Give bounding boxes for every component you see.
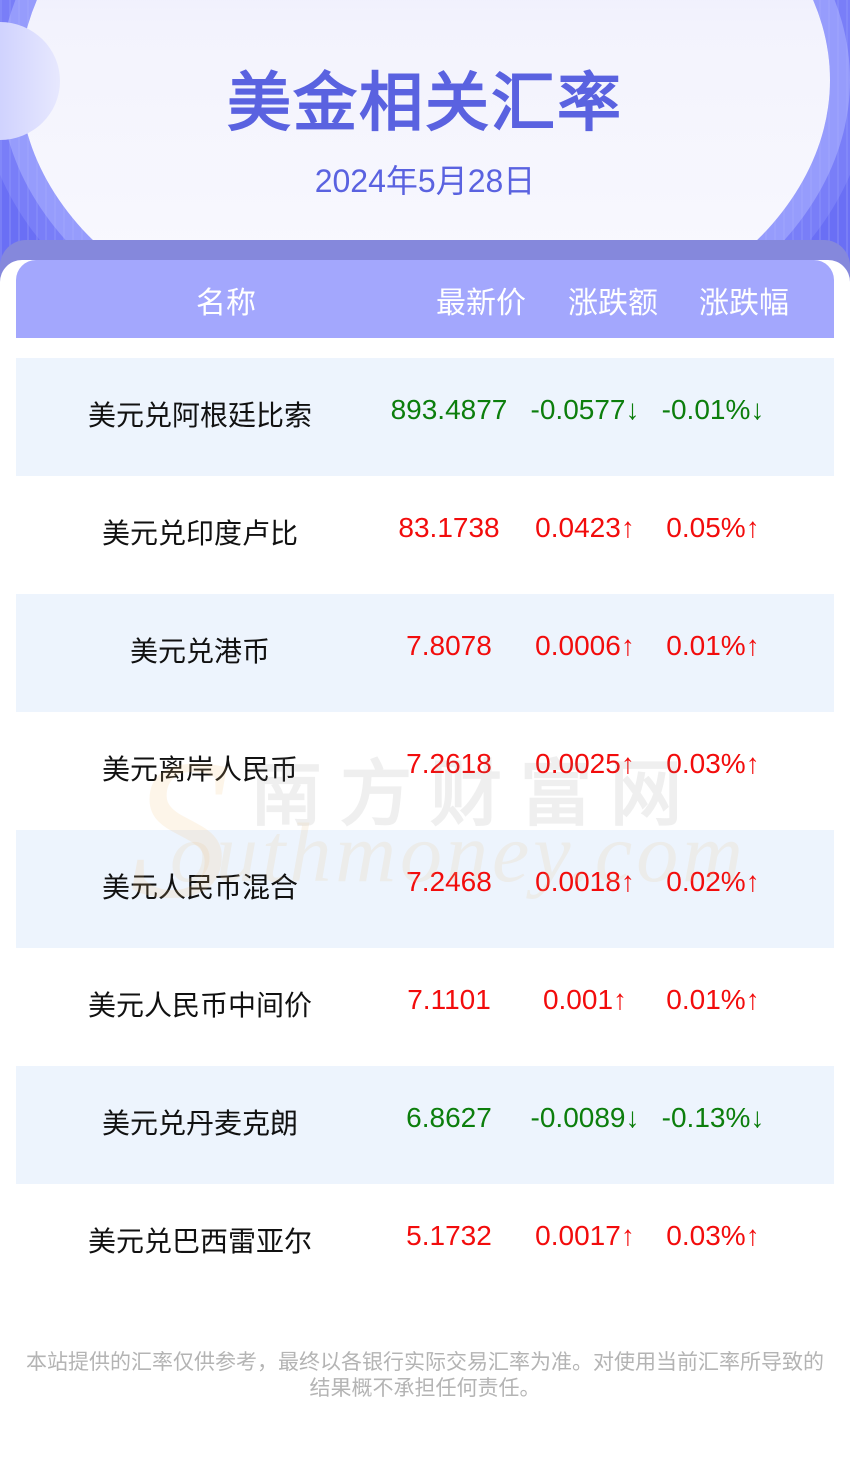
rate-name: 美元兑印度卢比 [101,518,298,549]
column-header-price: 最新价 [436,287,526,320]
rate-percent: 0.01%↑ [666,630,760,661]
table-row: 美元离岸人民币 7.2618 0.0025↑ 0.03%↑ [16,712,834,830]
page-title: 美金相关汇率 [227,67,623,139]
table-row: 美元兑丹麦克朗 6.8627 -0.0089↓ -0.13%↓ [16,1066,834,1184]
table-row: 美元人民币混合 7.2468 0.0018↑ 0.02%↑ [16,830,834,948]
rate-price: 83.1738 [398,512,500,543]
page-date: 2024年5月28日 [314,163,536,199]
table-header: 名称 最新价 涨跌额 涨跌幅 [16,260,834,338]
disclaimer-line-2: 结果概不承担任何责任。 [309,1377,541,1400]
rate-percent: -0.13%↓ [661,1102,765,1133]
rate-change: 0.0006↑ [535,630,635,661]
rate-percent: 0.03%↑ [666,748,760,779]
disclaimer: 本站提供的汇率仅供参考，最终以各银行实际交易汇率为准。对使用当前汇率所导致的 结… [0,1350,850,1402]
column-header-percent: 涨跌幅 [699,287,789,320]
table-row: 美元兑港币 7.8078 0.0006↑ 0.01%↑ [16,594,834,712]
rate-percent: 0.05%↑ [666,512,760,543]
table-row: 美元人民币中间价 7.1101 0.001↑ 0.01%↑ [16,948,834,1066]
disclaimer-line-1: 本站提供的汇率仅供参考，最终以各银行实际交易汇率为准。对使用当前汇率所导致的 [26,1351,824,1374]
rate-price: 7.1101 [407,984,491,1015]
rates-card: 名称 最新价 涨跌额 涨跌幅 美元兑阿根廷比索 893.4877 -0.0577↓ -… [0,260,850,1470]
rate-name: 美元人民币混合 [101,872,298,903]
table-row: 美元兑巴西雷亚尔 5.1732 0.0017↑ 0.03%↑ [16,1184,834,1302]
rate-change: 0.0025↑ [535,748,635,779]
rate-price: 5.1732 [406,1220,492,1251]
rate-percent: 0.02%↑ [666,866,760,897]
hero-banner: 美金相关汇率 2024年5月28日 [0,0,850,280]
rate-name: 美元兑巴西雷亚尔 [87,1226,312,1257]
rate-change: -0.0577↓ [530,394,640,425]
rate-price: 6.8627 [406,1102,492,1133]
rate-name: 美元人民币中间价 [87,990,312,1021]
rate-price: 893.4877 [390,394,508,425]
rate-percent: 0.03%↑ [666,1220,760,1251]
rate-change: 0.0018↑ [535,866,635,897]
rate-change: 0.0017↑ [535,1220,635,1251]
rate-price: 7.8078 [406,630,492,661]
rate-change: 0.0423↑ [535,512,635,543]
table-row: 美元兑印度卢比 83.1738 0.0423↑ 0.05%↑ [16,476,834,594]
rate-percent: 0.01%↑ [666,984,760,1015]
rate-name: 美元离岸人民币 [101,754,298,785]
rate-price: 7.2468 [406,866,492,897]
rate-change: 0.001↑ [542,984,628,1015]
column-header-name: 名称 [196,287,256,320]
rate-name: 美元兑港币 [129,636,270,667]
table-row: 美元兑阿根廷比索 893.4877 -0.0577↓ -0.01%↓ [16,358,834,476]
rate-price: 7.2618 [406,748,492,779]
rate-percent: -0.01%↓ [661,394,765,425]
rate-name: 美元兑丹麦克朗 [101,1108,298,1139]
rate-change: -0.0089↓ [530,1102,640,1133]
rate-name: 美元兑阿根廷比索 [87,400,312,431]
column-header-change: 涨跌额 [568,287,658,320]
